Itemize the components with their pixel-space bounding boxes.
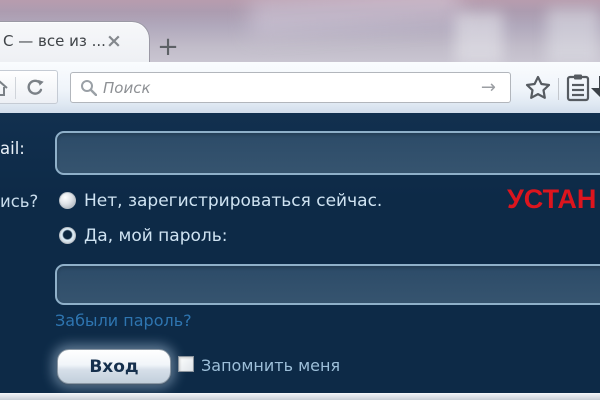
search-input[interactable]	[97, 79, 481, 97]
go-arrow-icon[interactable]: →	[481, 77, 496, 98]
glass-highlight	[455, 12, 503, 64]
tab-strip: С — все из ... × +	[0, 0, 600, 62]
tab-close-icon[interactable]: ×	[105, 30, 123, 52]
login-button[interactable]: Вход	[57, 349, 171, 384]
nav-button-group	[0, 70, 58, 104]
download-arrow-icon[interactable]	[588, 74, 600, 108]
registered-question-label: ись?	[0, 192, 38, 211]
forgot-password-link[interactable]: Забыли пароль?	[55, 311, 192, 330]
toolbar-divider	[15, 77, 16, 99]
glass-highlight	[249, 0, 461, 35]
login-page: ail: ись? Нет, зарегистрироваться сейчас…	[0, 113, 600, 393]
magnifier-icon	[80, 79, 97, 96]
tab-title: С — все из ...	[3, 32, 106, 50]
browser-window: С — все из ... × + →	[0, 0, 600, 400]
star-icon[interactable]	[523, 73, 553, 107]
radio-password-label[interactable]: Да, мой пароль:	[84, 226, 228, 246]
active-tab[interactable]: С — все из ... ×	[0, 21, 150, 62]
new-tab-button[interactable]: +	[153, 33, 183, 61]
home-icon[interactable]	[0, 78, 9, 102]
reload-icon[interactable]	[24, 77, 46, 103]
password-field-wrap	[55, 264, 600, 305]
radio-have-password[interactable]	[59, 227, 76, 244]
glass-highlight	[547, 8, 599, 64]
radio-register-label[interactable]: Нет, зарегистрироваться сейчас.	[84, 191, 382, 211]
remember-me-checkbox[interactable]	[178, 356, 194, 372]
remember-me-label[interactable]: Запомнить меня	[201, 356, 340, 375]
search-bar: →	[70, 72, 511, 103]
email-input[interactable]	[57, 133, 600, 173]
navigation-toolbar: →	[0, 62, 600, 114]
window-bottom-edge	[0, 393, 600, 400]
toolbar-divider	[558, 78, 559, 100]
red-overlay-text: УСТАН	[507, 184, 596, 215]
email-label: ail:	[0, 139, 25, 158]
email-field-wrap	[55, 131, 600, 175]
radio-register-new[interactable]	[59, 192, 76, 209]
password-input[interactable]	[57, 266, 600, 303]
